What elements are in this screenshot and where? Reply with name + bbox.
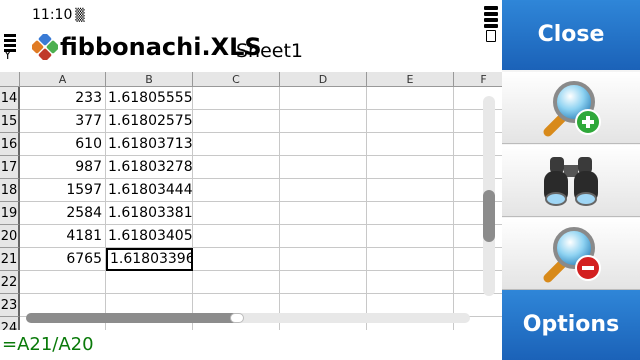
cell-e22[interactable] xyxy=(367,271,454,294)
cell-a21[interactable]: 6765 xyxy=(20,248,106,271)
zoom-in-button[interactable] xyxy=(502,72,640,144)
cell-c17[interactable] xyxy=(193,156,280,179)
cell-e16[interactable] xyxy=(367,133,454,156)
column-header-b[interactable]: B xyxy=(106,72,193,87)
row-header-22[interactable]: 22 xyxy=(0,271,20,294)
vertical-scrollbar[interactable] xyxy=(483,96,495,296)
cell-d19[interactable] xyxy=(280,202,367,225)
row-header-15[interactable]: 15 xyxy=(0,110,20,133)
cell-b16[interactable]: 1.61803713 xyxy=(106,133,193,156)
cell-d15[interactable] xyxy=(280,110,367,133)
cell-d21[interactable] xyxy=(280,248,367,271)
clock: 11:10 ▒ xyxy=(32,7,85,23)
cell-c18[interactable] xyxy=(193,179,280,202)
status-bar: 11:10 ▒ xyxy=(0,0,502,42)
lock-indicator-icon: ▒ xyxy=(75,8,85,22)
cell-a20[interactable]: 4181 xyxy=(20,225,106,248)
file-title: fibbonachi.XLS xyxy=(60,33,262,61)
cell-a22[interactable] xyxy=(20,271,106,294)
cell-c19[interactable] xyxy=(193,202,280,225)
cell-b18[interactable]: 1.61803444 xyxy=(106,179,193,202)
zoom-out-icon xyxy=(543,227,601,283)
cell-b14[interactable]: 1.61805555 xyxy=(106,87,193,110)
cell-c20[interactable] xyxy=(193,225,280,248)
formula-bar[interactable]: =A21/A20 xyxy=(0,330,502,360)
horizontal-scroll-grip[interactable] xyxy=(230,313,244,323)
cell-c14[interactable] xyxy=(193,87,280,110)
cell-a14[interactable]: 233 xyxy=(20,87,106,110)
cell-a19[interactable]: 2584 xyxy=(20,202,106,225)
column-header-e[interactable]: E xyxy=(367,72,454,87)
row-header-18[interactable]: 18 xyxy=(0,179,20,202)
cell-d16[interactable] xyxy=(280,133,367,156)
cell-d22[interactable] xyxy=(280,271,367,294)
cell-a15[interactable]: 377 xyxy=(20,110,106,133)
close-button[interactable]: Close xyxy=(502,0,640,70)
zoom-out-button[interactable] xyxy=(502,218,640,290)
cell-e17[interactable] xyxy=(367,156,454,179)
row-header-24[interactable]: 24 xyxy=(0,317,20,330)
cell-c22[interactable] xyxy=(193,271,280,294)
cell-e15[interactable] xyxy=(367,110,454,133)
zoom-in-icon xyxy=(543,81,601,137)
cell-d14[interactable] xyxy=(280,87,367,110)
cell-c16[interactable] xyxy=(193,133,280,156)
cell-b21[interactable]: 1.61803396 xyxy=(106,248,193,271)
column-header-c[interactable]: C xyxy=(193,72,280,87)
quickoffice-app-icon xyxy=(32,34,58,60)
horizontal-scrollbar[interactable] xyxy=(26,313,470,323)
cell-d20[interactable] xyxy=(280,225,367,248)
row-header-14[interactable]: 14 xyxy=(0,87,20,110)
cell-a17[interactable]: 987 xyxy=(20,156,106,179)
row-header-19[interactable]: 19 xyxy=(0,202,20,225)
options-button[interactable]: Options xyxy=(502,290,640,360)
find-button[interactable] xyxy=(502,145,640,217)
cell-e19[interactable] xyxy=(367,202,454,225)
cell-c15[interactable] xyxy=(193,110,280,133)
corner-header[interactable] xyxy=(0,72,20,87)
cell-e18[interactable] xyxy=(367,179,454,202)
spreadsheet-area: 11:10 ▒ Y fibbonachi.XLS Sheet1 A B C D E… xyxy=(0,0,502,360)
cell-b20[interactable]: 1.61803405 xyxy=(106,225,193,248)
cell-b15[interactable]: 1.61802575 xyxy=(106,110,193,133)
cell-c21[interactable] xyxy=(193,248,280,271)
side-toolbar: Close Options xyxy=(502,0,640,360)
cell-a18[interactable]: 1597 xyxy=(20,179,106,202)
row-header-17[interactable]: 17 xyxy=(0,156,20,179)
column-header-f[interactable]: F xyxy=(454,72,502,87)
signal-strength-icon: Y xyxy=(4,34,16,61)
cell-b22[interactable] xyxy=(106,271,193,294)
vertical-scroll-thumb[interactable] xyxy=(483,190,495,242)
sheet-name: Sheet1 xyxy=(236,40,304,62)
row-header-23[interactable]: 23 xyxy=(0,294,20,317)
cell-d18[interactable] xyxy=(280,179,367,202)
binoculars-icon xyxy=(544,157,598,206)
horizontal-scroll-thumb[interactable] xyxy=(26,313,238,323)
column-header-a[interactable]: A xyxy=(20,72,106,87)
column-header-d[interactable]: D xyxy=(280,72,367,87)
spreadsheet-grid[interactable]: A B C D E F 14 233 1.61805555 15 377 1.618025… xyxy=(0,72,502,330)
cell-e14[interactable] xyxy=(367,87,454,110)
row-header-21[interactable]: 21 xyxy=(0,248,20,271)
row-header-20[interactable]: 20 xyxy=(0,225,20,248)
cell-a16[interactable]: 610 xyxy=(20,133,106,156)
cell-b17[interactable]: 1.61803278 xyxy=(106,156,193,179)
row-header-16[interactable]: 16 xyxy=(0,133,20,156)
battery-icon xyxy=(484,6,498,44)
cell-e20[interactable] xyxy=(367,225,454,248)
cell-b19[interactable]: 1.61803381 xyxy=(106,202,193,225)
cell-e21[interactable] xyxy=(367,248,454,271)
cell-d17[interactable] xyxy=(280,156,367,179)
